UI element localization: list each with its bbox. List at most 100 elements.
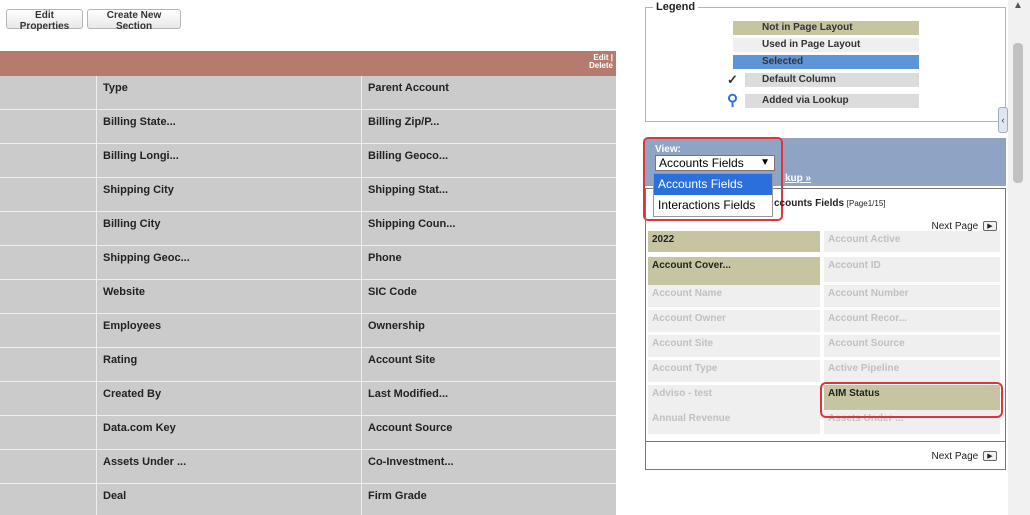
legend-item-label: Selected (762, 56, 804, 67)
legend: Legend Not in Page Layout Used in Page La… (645, 1, 1006, 122)
fields-panel-title: ccounts Fields [Page1/15] (774, 198, 886, 209)
field-cell-empty[interactable] (0, 416, 97, 449)
field-cell[interactable]: Data.com Key (97, 416, 362, 449)
next-page-label: Next Page (931, 451, 979, 462)
available-field[interactable]: Annual Revenue (648, 410, 820, 434)
field-row: Billing Longi... Billing Geoco... (0, 144, 616, 178)
field-cell-empty[interactable] (0, 212, 97, 245)
field-row: Assets Under ... Co-Investment... (0, 450, 616, 484)
field-cell-empty[interactable] (0, 382, 97, 415)
field-cell[interactable]: Shipping Coun... (362, 212, 616, 245)
field-cell[interactable]: Website (97, 280, 362, 313)
field-cell[interactable]: Billing Longi... (97, 144, 362, 177)
section-header: Edit | Delete (0, 51, 616, 76)
field-cell[interactable]: Phone (362, 246, 616, 279)
page-info: [Page1/15] (846, 199, 886, 208)
field-row: Shipping City Shipping Stat... (0, 178, 616, 212)
section-actions: Edit | Delete (589, 54, 613, 70)
field-cell-empty[interactable] (0, 110, 97, 143)
field-cell[interactable]: Ownership (362, 314, 616, 347)
field-cell-empty[interactable] (0, 450, 97, 483)
available-field[interactable]: 2022 (648, 231, 820, 252)
field-cell[interactable]: Deal (97, 484, 362, 515)
available-field[interactable]: Account Site (648, 335, 820, 357)
next-page-bottom[interactable]: Next Page ▶ (932, 451, 997, 462)
dropdown-option-interactions-fields[interactable]: Interactions Fields (654, 195, 772, 216)
field-cell[interactable]: Account Source (362, 416, 616, 449)
legend-item: Used in Page Layout (733, 38, 919, 52)
legend-item-label: Used in Page Layout (762, 39, 861, 50)
legend-item-label: Default Column (762, 74, 836, 85)
field-row: Billing State... Billing Zip/P... (0, 110, 616, 144)
field-cell-empty[interactable] (0, 484, 97, 515)
field-cell[interactable]: Assets Under ... (97, 450, 362, 483)
field-cell-empty[interactable] (0, 348, 97, 381)
field-cell[interactable]: Employees (97, 314, 362, 347)
field-row: Shipping Geoc... Phone (0, 246, 616, 280)
field-cell[interactable]: Billing Zip/P... (362, 110, 616, 143)
checkmark-icon: ✓ (727, 73, 745, 87)
create-new-section-button[interactable]: Create New Section (87, 9, 181, 32)
field-cell[interactable]: Shipping Geoc... (97, 246, 362, 279)
field-cell[interactable]: Shipping Stat... (362, 178, 616, 211)
magnifier-icon: ⚲ (727, 93, 745, 108)
legend-item-label: Not in Page Layout (762, 22, 853, 33)
field-cell[interactable]: Firm Grade (362, 484, 616, 515)
available-field[interactable]: Account Owner (648, 310, 820, 332)
field-row: Employees Ownership (0, 314, 616, 348)
field-row: Deal Firm Grade (0, 484, 616, 515)
available-field[interactable]: Account Name (648, 285, 820, 307)
field-cell-empty[interactable] (0, 314, 97, 347)
scrollbar-thumb[interactable] (1013, 43, 1023, 183)
dropdown-option-accounts-fields[interactable]: Accounts Fields (654, 174, 772, 195)
field-row: Website SIC Code (0, 280, 616, 314)
next-arrow-icon: ▶ (983, 451, 997, 462)
field-cell[interactable]: Account Site (362, 348, 616, 381)
edit-properties-button[interactable]: Edit Properties (6, 9, 83, 32)
field-cell[interactable]: Created By (97, 382, 362, 415)
collapse-panel-icon[interactable]: ‹ (998, 107, 1008, 133)
next-arrow-icon: ▶ (983, 221, 997, 232)
field-row: Created By Last Modified... (0, 382, 616, 416)
available-field[interactable]: Account Recor... (824, 310, 1000, 332)
field-cell[interactable]: Shipping City (97, 178, 362, 211)
field-row: Data.com Key Account Source (0, 416, 616, 450)
scroll-up-icon[interactable]: ▲ (1013, 0, 1023, 11)
available-field[interactable]: Adviso - test (648, 385, 820, 410)
legend-item: Selected (733, 55, 919, 69)
field-cell[interactable]: Co-Investment... (362, 450, 616, 483)
section-delete-link[interactable]: Delete (589, 62, 613, 70)
field-cell[interactable]: Parent Account (362, 76, 616, 109)
available-field[interactable]: Account Type (648, 360, 820, 382)
legend-item-label: Added via Lookup (762, 95, 849, 106)
layout-field-grid: Type Parent Account Billing State... Billin… (0, 76, 616, 515)
available-field[interactable]: Account Cover... (648, 257, 820, 285)
fields-panel-title-text: ccounts Fields (774, 198, 845, 209)
field-row: Billing City Shipping Coun... (0, 212, 616, 246)
field-cell[interactable]: Billing City (97, 212, 362, 245)
field-cell-empty[interactable] (0, 76, 97, 109)
field-cell[interactable]: Last Modified... (362, 382, 616, 415)
field-cell[interactable]: Billing State... (97, 110, 362, 143)
field-cell-empty[interactable] (0, 246, 97, 279)
available-field[interactable]: Active Pipeline (824, 360, 1000, 382)
field-cell[interactable]: SIC Code (362, 280, 616, 313)
add-via-lookup-link[interactable]: kup » (785, 173, 811, 184)
field-cell[interactable]: Billing Geoco... (362, 144, 616, 177)
available-field[interactable]: Account Active (824, 231, 1000, 252)
legend-item: Not in Page Layout (733, 21, 919, 35)
available-field[interactable]: Account ID (824, 257, 1000, 282)
legend-item: ✓ Default Column (727, 73, 919, 87)
legend-item: ⚲ Added via Lookup (727, 93, 919, 108)
field-cell[interactable]: Type (97, 76, 362, 109)
field-row: Rating Account Site (0, 348, 616, 382)
field-cell-empty[interactable] (0, 178, 97, 211)
view-dropdown-menu: Accounts Fields Interactions Fields (653, 173, 773, 217)
field-cell-empty[interactable] (0, 280, 97, 313)
legend-title: Legend (653, 1, 699, 13)
available-field[interactable]: Account Number (824, 285, 1000, 307)
field-cell[interactable]: Rating (97, 348, 362, 381)
available-field[interactable]: Account Source (824, 335, 1000, 357)
field-cell-empty[interactable] (0, 144, 97, 177)
aim-status-highlight-box (820, 382, 1003, 418)
